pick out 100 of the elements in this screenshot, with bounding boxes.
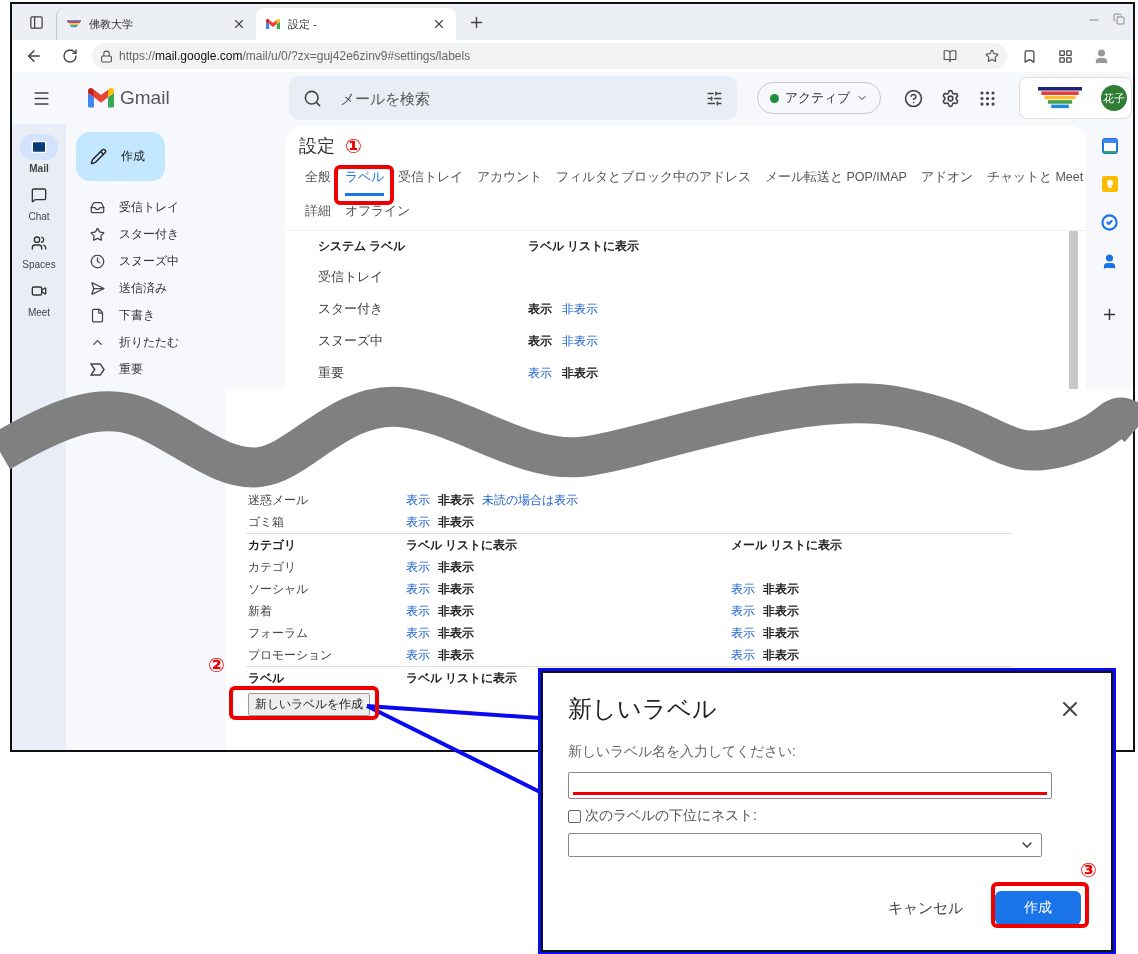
people-icon [31, 235, 47, 251]
folder-item[interactable]: 受信トレイ [76, 194, 266, 221]
settings-tab[interactable]: オフライン [345, 196, 410, 230]
browser-tab[interactable]: 設定 - [256, 8, 456, 40]
settings-tab[interactable]: アドオン [920, 162, 973, 196]
rail-item[interactable]: Chat [20, 182, 58, 222]
selected-option: 非表示 [438, 491, 474, 509]
option-link[interactable]: 表示 [731, 624, 755, 642]
settings-title: 設定 [298, 135, 335, 158]
option-link[interactable]: 表示 [406, 491, 430, 509]
url-text: https://mail.google.com/mail/u/0/?zx=guj42e6zinv9#settings/labels [119, 49, 472, 63]
avatar: 花子 [1101, 85, 1127, 111]
close-icon[interactable] [432, 17, 446, 31]
rail-item[interactable]: Spaces [20, 230, 58, 270]
label-name: フォーラム [248, 624, 309, 642]
label-name: スター付き [318, 300, 384, 318]
option-link[interactable]: 表示 [731, 602, 755, 620]
option-link[interactable]: 表示 [406, 580, 430, 598]
settings-icon [940, 88, 960, 108]
option-link[interactable]: 非表示 [562, 300, 598, 318]
chat-icon [31, 187, 47, 203]
option-link[interactable]: 表示 [528, 364, 552, 382]
checkbox[interactable] [568, 809, 581, 823]
search-icon [303, 88, 322, 108]
reader-icon[interactable] [943, 49, 957, 63]
settings-tab[interactable]: ラベル [345, 162, 384, 196]
folder-item[interactable]: 折りたたむ [76, 329, 266, 356]
option-link[interactable]: 表示 [406, 624, 430, 642]
address-bar[interactable]: https://mail.google.com/mail/u/0/?zx=guj42e6zinv9#settings/labels [92, 43, 1007, 69]
status-button[interactable]: アクティブ [757, 82, 881, 114]
contacts-icon[interactable] [1101, 253, 1118, 270]
selected-option: 表示 [528, 332, 552, 350]
option-link[interactable]: 表示 [406, 558, 430, 576]
column-header: ラベル リストに表示 [406, 536, 519, 554]
selected-option: 非表示 [438, 513, 474, 531]
label-name: 新着 [248, 602, 273, 620]
label-name: 重要 [318, 364, 345, 382]
favorite-icon[interactable] [985, 49, 999, 63]
folder-item[interactable]: 重要 [76, 356, 266, 383]
create-label-button[interactable]: 新しいラベルを作成 [248, 693, 370, 716]
search-field[interactable]: メールを検索 [338, 88, 690, 108]
settings-tab[interactable]: 受信トレイ [398, 162, 463, 196]
selected-option: 非表示 [438, 580, 474, 598]
scrollbar[interactable] [1069, 231, 1078, 389]
option-link[interactable]: 表示 [406, 513, 430, 531]
label-name: カテゴリ [248, 558, 297, 576]
selected-option: 非表示 [562, 364, 598, 382]
column-header: メール リストに表示 [731, 536, 844, 554]
tab-title: 佛教大学 [89, 16, 134, 32]
rail-item[interactable]: Meet [20, 278, 58, 318]
folder-item[interactable]: 送信済み [76, 275, 266, 302]
settings-tab[interactable]: メール転送と POP/IMAP [765, 162, 907, 196]
selected-option: 非表示 [438, 558, 474, 576]
lock-icon [100, 49, 113, 63]
step-number: ① [345, 134, 362, 158]
clock-icon [90, 254, 105, 269]
cancel-button[interactable]: キャンセル [882, 897, 969, 919]
send-icon [90, 281, 105, 296]
column-header: ラベル [248, 669, 285, 687]
calendar-icon[interactable] [1101, 138, 1118, 154]
settings-tab[interactable]: アカウント [477, 162, 542, 196]
status-dot-icon [770, 93, 779, 103]
option-link[interactable]: 表示 [406, 602, 430, 620]
create-button[interactable]: 作成 [995, 891, 1081, 925]
folder-item[interactable]: 下書き [76, 302, 266, 329]
selected-option: 非表示 [763, 646, 799, 664]
option-link[interactable]: 表示 [731, 580, 755, 598]
add-icon[interactable] [1101, 306, 1118, 323]
label-name: 受信トレイ [318, 268, 384, 286]
account-button[interactable]: 花子 [1019, 77, 1132, 119]
help-icon [903, 88, 923, 108]
settings-tab[interactable]: フィルタとブロック中のアドレス [556, 162, 751, 196]
inbox-icon [90, 200, 105, 215]
close-icon[interactable] [232, 17, 246, 31]
option-link[interactable]: 未読の場合は表示 [482, 491, 578, 509]
tasks-icon[interactable] [1101, 214, 1118, 231]
settings-tab[interactable]: 全般 [305, 162, 331, 196]
settings-tab[interactable]: チャットと Meet [986, 162, 1084, 196]
filter-icon[interactable] [706, 89, 723, 107]
label-name: ゴミ箱 [248, 513, 285, 531]
option-link[interactable]: 表示 [731, 646, 755, 664]
option-link[interactable]: 表示 [406, 646, 430, 664]
column-header: ラベル リストに表示 [528, 237, 641, 255]
label-name: 迷惑メール [248, 491, 309, 509]
selected-option: 非表示 [438, 646, 474, 664]
settings-tab[interactable]: 詳細 [305, 196, 331, 230]
compose-button[interactable]: 作成 [76, 132, 165, 181]
option-link[interactable]: 非表示 [562, 332, 598, 350]
label-name: ソーシャル [248, 580, 309, 598]
folder-item[interactable]: スター付き [76, 221, 266, 248]
apps-grid-icon [977, 88, 997, 108]
dropdown-field[interactable] [568, 833, 1042, 857]
folder-item[interactable]: スヌーズ中 [76, 248, 266, 275]
column-header: システム ラベル [318, 237, 407, 255]
video-icon [31, 283, 47, 299]
product-name: Gmail [120, 87, 170, 109]
selected-option: 非表示 [438, 624, 474, 642]
dialog-title: 新しいラベル [568, 694, 717, 724]
search-bar[interactable]: メールを検索 [289, 76, 737, 120]
site-favicon-icon [67, 20, 81, 28]
